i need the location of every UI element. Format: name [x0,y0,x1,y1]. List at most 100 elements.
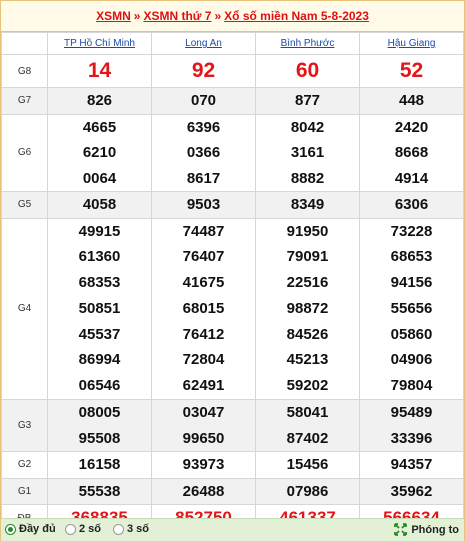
prize-cell: 52 [359,54,464,88]
prize-number: 76407 [182,248,225,266]
zoom-button[interactable]: Phóng to [394,523,459,536]
prize-cell: 14 [47,54,152,88]
prize-cell: 35962 [359,477,464,506]
header-corner [1,32,48,55]
prize-number: 04906 [390,351,433,369]
option-2-digits[interactable]: 2 số [65,523,101,535]
prize-cell: 15456 [255,451,360,479]
prize-number: 070 [190,92,217,109]
option-full-label: Đầy đủ [19,523,56,535]
results-panel: XSMN» XSMN thứ 7» Xổ số miền Nam 5-8-2023 … [0,0,465,541]
province-header: Hậu Giang [359,32,464,55]
province-link-tp-ho-chi-minh[interactable]: TP Hồ Chí Minh [64,38,135,49]
prize-number: 95508 [78,429,121,447]
prize-cell: 55538 [47,477,152,506]
prize-cell: 03047 99650 [151,399,256,453]
prize-row-g8: G8 14 92 60 52 [1,54,464,88]
prize-number: 06546 [78,377,121,395]
breadcrumb-separator: » [133,9,141,23]
prize-label: G6 [1,113,48,192]
expand-icon [394,523,408,536]
radio-icon [113,523,124,535]
prize-cell: 9503 [151,191,256,219]
option-2-digits-label: 2 số [79,523,102,535]
prize-number: 68653 [390,248,433,266]
breadcrumb-link-current[interactable]: Xổ số miền Nam 5-8-2023 [224,9,369,23]
prize-number: 4058 [82,196,117,213]
prize-number: 84526 [286,325,329,343]
province-link-hau-giang[interactable]: Hậu Giang [388,38,436,49]
option-3-digits-label: 3 số [127,523,150,535]
prize-number: 49915 [78,222,121,240]
prize-label: G2 [1,451,48,479]
prize-number: 2420 [394,118,429,136]
breadcrumb: XSMN» XSMN thứ 7» Xổ số miền Nam 5-8-2023 [1,1,464,32]
prize-number: 98872 [286,299,329,317]
prize-number: 72804 [182,351,225,369]
prize-number: 55538 [78,482,121,500]
prize-number: 8617 [186,169,221,187]
prize-number: 99650 [182,429,225,447]
prize-number: 16158 [78,456,121,474]
prize-cell: 94357 [359,451,464,479]
province-header-row: TP Hồ Chí Minh Long An Bình Phước Hậu Gi… [1,32,464,55]
prize-number: 55656 [390,299,433,317]
prize-cell: 95489 33396 [359,399,464,453]
prize-cell: 6306 [359,191,464,219]
prize-label: G7 [1,87,48,115]
prize-number: 6210 [82,144,117,161]
prize-number: 6396 [186,118,221,136]
prize-cell: 4665 6210 0064 [47,113,152,192]
prize-number: 68353 [78,274,121,292]
prize-number: 50851 [78,299,121,317]
prize-number: 87402 [286,429,329,447]
prize-number: 41675 [182,274,225,292]
prize-number: 79804 [390,377,433,395]
breadcrumb-link-xsmn[interactable]: XSMN [96,9,131,23]
prize-cell: 070 [151,87,256,115]
prize-row-g3: G3 08005 95508 03047 99650 58041 87402 95489 333… [1,399,464,453]
province-link-long-an[interactable]: Long An [185,38,222,49]
prize-number: 93973 [182,456,225,474]
prize-number: 35962 [390,482,433,500]
prize-number: 68015 [182,299,225,317]
prize-label: G8 [1,54,48,88]
prize-number: 86994 [78,351,121,369]
prize-number: 76412 [182,325,225,343]
prize-label: G5 [1,191,48,219]
prize-cell: 826 [47,87,152,115]
zoom-label: Phóng to [411,523,459,536]
display-options-bar: Đầy đủ 2 số 3 số Phóng to [1,518,464,541]
province-header: TP Hồ Chí Minh [47,32,152,55]
prize-number: 8349 [290,196,325,213]
option-3-digits[interactable]: 3 số [113,523,149,535]
prize-number: 8882 [290,169,325,187]
prize-number: 95489 [390,404,433,422]
prize-number: 22516 [286,274,329,292]
prize-cell: 16158 [47,451,152,479]
radio-selected-icon [5,523,16,535]
province-header: Long An [151,32,256,55]
prize-number: 45213 [286,351,329,369]
prize-cell: 58041 87402 [255,399,360,453]
prize-label: G4 [1,217,48,401]
prize-number: 0366 [186,144,221,161]
province-link-binh-phuoc[interactable]: Bình Phước [281,38,335,49]
prize-cell: 8042 3161 8882 [255,113,360,192]
prize-cell: 74487 76407 41675 68015 76412 72804 62491 [151,217,256,401]
prize-cell: 49915 61360 68353 50851 45537 86994 06546 [47,217,152,401]
prize-row-g1: G1 55538 26488 07986 35962 [1,477,464,506]
prize-label: G1 [1,477,48,506]
breadcrumb-link-xsmn-thu-7[interactable]: XSMN thứ 7 [143,9,211,23]
option-full[interactable]: Đầy đủ [5,523,56,535]
prize-number: 73228 [390,222,433,240]
prize-number: 92 [191,59,216,82]
prize-number: 8042 [290,118,325,136]
prize-cell: 448 [359,87,464,115]
prize-number: 94357 [390,456,433,474]
prize-number: 9503 [186,196,221,213]
prize-number: 59202 [286,377,329,395]
prize-cell: 2420 8668 4914 [359,113,464,192]
prize-cell: 4058 [47,191,152,219]
prize-number: 58041 [286,404,329,422]
